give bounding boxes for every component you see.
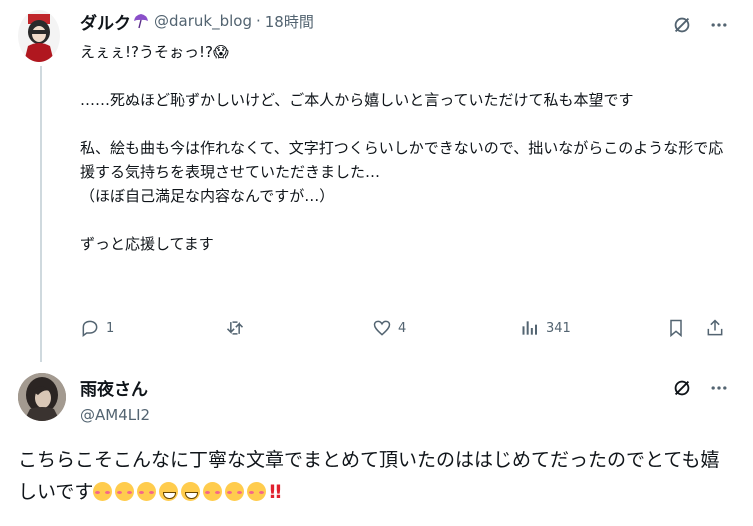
reply-icon xyxy=(82,320,98,337)
repost-icon xyxy=(226,321,244,335)
handle[interactable]: @AM4LI2 xyxy=(80,406,150,424)
share-icon xyxy=(707,319,723,336)
like-count: 4 xyxy=(398,320,407,336)
umbrella-icon xyxy=(132,12,150,30)
avatar-image xyxy=(18,373,66,421)
reply-count: 1 xyxy=(106,320,115,336)
like-button[interactable]: 4 xyxy=(372,318,406,338)
view-count: 341 xyxy=(546,320,571,336)
grinning-face-icon xyxy=(159,482,179,501)
tweet-header: ダルク @daruk_blog · 18時間 xyxy=(80,9,314,34)
tweet-text: えぇぇ!?うそぉっ!?😱 ……死ぬほど恥ずかしいけど、ご本人から嬉しいと言ってい… xyxy=(80,43,724,253)
avatar[interactable] xyxy=(18,373,66,421)
display-name[interactable]: ダルク xyxy=(80,9,131,34)
avatar-image xyxy=(18,10,60,62)
grinning-face-icon xyxy=(181,482,201,501)
reply-button[interactable]: 1 xyxy=(80,318,114,338)
share-button[interactable] xyxy=(705,318,725,338)
avatar[interactable] xyxy=(18,10,60,62)
tweet-header: 雨夜さん @AM4LI2 xyxy=(80,375,150,424)
double-exclamation-icon: ‼ xyxy=(269,481,282,503)
more-icon[interactable] xyxy=(709,378,729,402)
bookmark-button[interactable] xyxy=(666,318,686,338)
grok-icon[interactable] xyxy=(671,14,693,40)
heart-icon xyxy=(373,320,391,336)
more-icon[interactable] xyxy=(709,15,729,39)
thread-connector-line xyxy=(40,66,42,362)
kissing-face-icon xyxy=(93,482,113,501)
handle[interactable]: @daruk_blog xyxy=(154,12,252,30)
kissing-face-icon xyxy=(225,482,245,501)
grok-icon[interactable] xyxy=(671,377,693,403)
separator: · xyxy=(255,12,261,30)
repost-button[interactable] xyxy=(225,318,251,338)
display-name[interactable]: 雨夜さん xyxy=(80,375,150,400)
tweet-top-actions xyxy=(671,377,729,403)
bookmark-icon xyxy=(670,319,682,338)
tweet-text-container: こちらこそこんなに丁寧な文章でまとめて頂いたのははじめてだったのでとても嬉しいで… xyxy=(18,444,738,508)
tweet-top-actions xyxy=(671,14,729,40)
timestamp[interactable]: 18時間 xyxy=(265,11,314,32)
views-button[interactable]: 341 xyxy=(520,318,571,338)
analytics-icon xyxy=(522,321,537,335)
kissing-face-icon xyxy=(203,482,223,501)
kissing-face-icon xyxy=(115,482,135,501)
kissing-face-icon xyxy=(247,482,267,501)
kissing-face-icon xyxy=(137,482,157,501)
